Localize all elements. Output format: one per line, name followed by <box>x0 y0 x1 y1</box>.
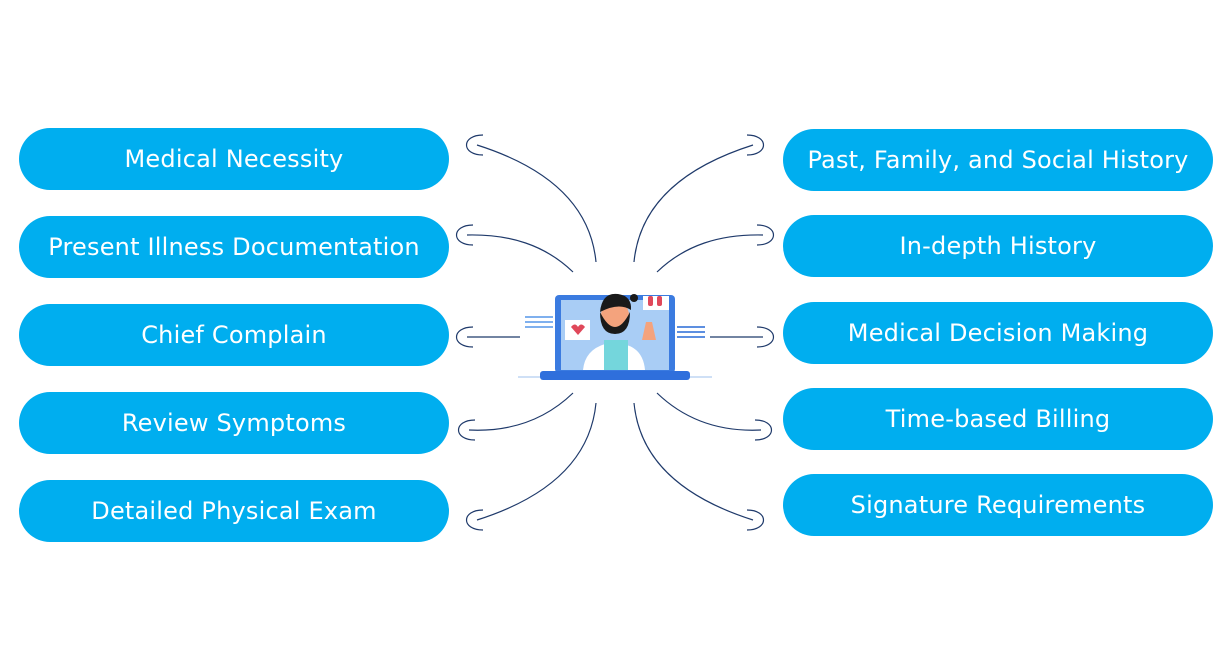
connector-left-0 <box>476 144 597 263</box>
connector-right-3 <box>656 392 762 431</box>
doctor-telehealth-laptop-icon <box>518 293 712 380</box>
node-detailed-physical-exam: Detailed Physical Exam <box>19 480 449 542</box>
arrow-hook-icon <box>746 509 765 531</box>
arrow-hook-icon <box>465 134 484 156</box>
connector-right-0 <box>633 144 754 263</box>
node-in-depth-history: In-depth History <box>783 215 1213 277</box>
node-review-symptoms: Review Symptoms <box>19 392 449 454</box>
node-time-based-billing: Time-based Billing <box>783 388 1213 450</box>
connector-right-1 <box>656 234 764 273</box>
arrow-hook-icon <box>465 509 484 531</box>
connector-left-3 <box>468 392 574 431</box>
connector-left-1 <box>466 234 574 273</box>
node-present-illness-documentation: Present Illness Documentation <box>19 216 449 278</box>
node-past-family-social-history: Past, Family, and Social History <box>783 129 1213 191</box>
node-signature-requirements: Signature Requirements <box>783 474 1213 536</box>
connector-right-4 <box>633 402 754 521</box>
node-chief-complain: Chief Complain <box>19 304 449 366</box>
node-medical-necessity: Medical Necessity <box>19 128 449 190</box>
node-medical-decision-making: Medical Decision Making <box>783 302 1213 364</box>
arrow-hook-icon <box>746 134 765 156</box>
connector-left-4 <box>476 402 597 521</box>
